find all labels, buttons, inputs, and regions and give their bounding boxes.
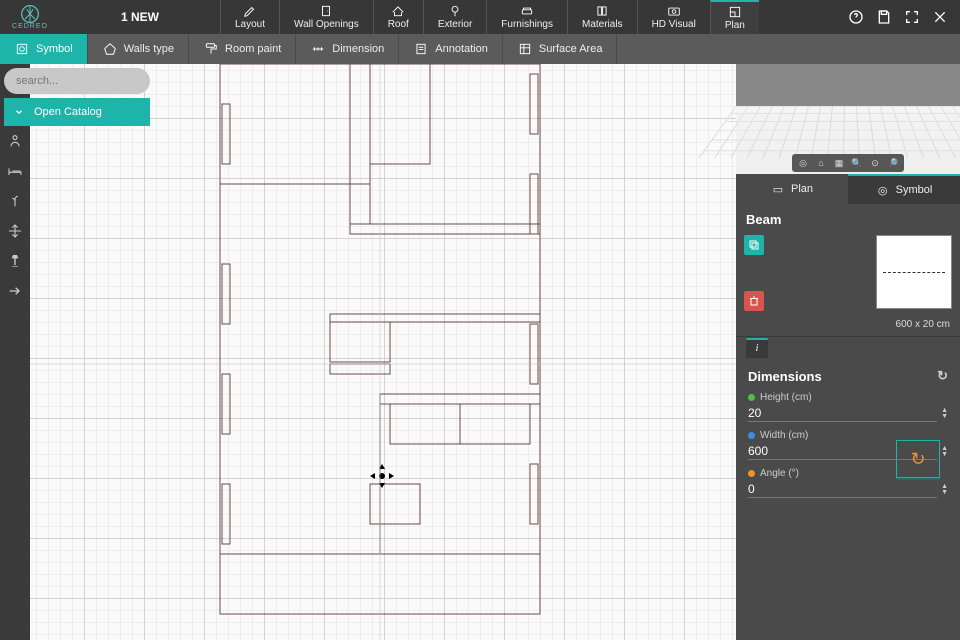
brand-name: CEDREO <box>12 23 48 30</box>
dimensions-section: Dimensions↻ Height (cm) 20▲▼ Width (cm) … <box>736 358 960 488</box>
tab-materials[interactable]: Materials <box>567 0 637 34</box>
angle-stepper[interactable]: ▲▼ <box>941 484 948 496</box>
sofa-icon <box>518 4 536 18</box>
rp-tab-plan[interactable]: ▭Plan <box>736 174 848 204</box>
tab-exterior[interactable]: Exterior <box>423 0 486 34</box>
roof-icon <box>389 4 407 18</box>
tab-hd-visual[interactable]: HD Visual <box>637 0 710 34</box>
tag-icon <box>102 41 118 57</box>
height-label: Height (cm) <box>760 392 812 403</box>
brand-logo[interactable]: CEDREO <box>0 0 60 34</box>
subtab-symbol[interactable]: Symbol <box>0 34 88 64</box>
preview-3d[interactable]: ◎ ⌂ ▦ 🔍 ⊙ 🔎 <box>736 64 960 174</box>
tab-furnishings[interactable]: Furnishings <box>486 0 567 34</box>
search-box[interactable] <box>4 68 150 94</box>
zoom-in-icon[interactable]: 🔍 <box>850 156 864 170</box>
save-icon[interactable] <box>876 9 892 25</box>
note-icon <box>413 41 429 57</box>
sub-toolbar: Symbol Walls type Room paint Dimension A… <box>0 34 960 64</box>
reset-icon[interactable]: ↻ <box>937 368 948 384</box>
subtab-walls-type[interactable]: Walls type <box>88 34 189 64</box>
view-user-icon[interactable]: ◎ <box>796 156 810 170</box>
search-panel: Open Catalog <box>0 64 154 128</box>
height-stepper[interactable]: ▲▼ <box>941 408 948 420</box>
angle-dot-icon <box>748 470 755 477</box>
tool-arrow-icon[interactable] <box>6 282 24 300</box>
ruler-icon <box>310 41 326 57</box>
object-name: Beam <box>736 204 960 231</box>
tab-layout[interactable]: Layout <box>220 0 279 34</box>
plan-small-icon: ▭ <box>771 182 785 196</box>
pencil-icon <box>241 4 259 18</box>
top-tabs: Layout Wall Openings Roof Exterior Furni… <box>220 0 836 34</box>
height-dot-icon <box>748 394 755 401</box>
rp-tab-symbol[interactable]: ◎Symbol <box>848 174 960 204</box>
info-tab: i <box>736 336 960 358</box>
thumbnail-caption: 600 x 20 cm <box>736 317 960 336</box>
height-input[interactable]: 20 <box>748 405 937 422</box>
width-label: Width (cm) <box>760 430 808 441</box>
swatch-icon <box>593 4 611 18</box>
project-title: 1 NEW <box>60 0 220 34</box>
width-dot-icon <box>748 432 755 439</box>
tool-move-icon[interactable] <box>6 222 24 240</box>
symbol-small-icon: ◎ <box>876 183 890 197</box>
delete-button[interactable] <box>744 291 764 311</box>
tool-bed-icon[interactable] <box>6 162 24 180</box>
right-panel: ◎ ⌂ ▦ 🔍 ⊙ 🔎 ▭Plan ◎Symbol Beam 600 x 20 … <box>736 64 960 640</box>
subtab-room-paint[interactable]: Room paint <box>189 34 296 64</box>
subtab-dimension[interactable]: Dimension <box>296 34 399 64</box>
tool-person-icon[interactable] <box>6 132 24 150</box>
camera-icon <box>665 4 683 18</box>
tab-roof[interactable]: Roof <box>373 0 423 34</box>
zoom-out-icon[interactable]: 🔎 <box>886 156 900 170</box>
cedreo-logo-icon <box>20 4 40 24</box>
view-home-icon[interactable]: ⌂ <box>814 156 828 170</box>
roller-icon <box>203 41 219 57</box>
right-panel-tabs: ▭Plan ◎Symbol <box>736 174 960 204</box>
help-icon[interactable] <box>848 9 864 25</box>
search-input[interactable] <box>16 75 158 87</box>
tab-plan[interactable]: Plan <box>710 0 759 34</box>
tab-wall-openings[interactable]: Wall Openings <box>279 0 373 34</box>
view-grid-icon[interactable]: ▦ <box>832 156 846 170</box>
symbol-icon <box>14 41 30 57</box>
floorplan-canvas[interactable] <box>30 64 736 640</box>
subtab-surface-area[interactable]: Surface Area <box>503 34 618 64</box>
blueprint-icon <box>726 5 744 19</box>
tool-plant-icon[interactable] <box>6 192 24 210</box>
tree-icon <box>446 4 464 18</box>
subtab-annotation[interactable]: Annotation <box>399 34 503 64</box>
tool-lamp-icon[interactable] <box>6 252 24 270</box>
width-input[interactable]: 600 <box>748 443 937 460</box>
info-icon[interactable]: i <box>746 338 768 358</box>
top-bar: CEDREO 1 NEW Layout Wall Openings Roof E… <box>0 0 960 34</box>
floorplan-drawing <box>30 64 736 640</box>
object-row <box>736 231 960 317</box>
door-icon <box>317 4 335 18</box>
angle-label: Angle (°) <box>760 468 799 479</box>
open-catalog-button[interactable]: Open Catalog <box>4 98 150 126</box>
object-thumbnail[interactable] <box>876 235 952 309</box>
fullscreen-icon[interactable] <box>904 9 920 25</box>
width-stepper[interactable]: ▲▼ <box>941 446 948 458</box>
area-icon <box>517 41 533 57</box>
close-icon[interactable] <box>932 9 948 25</box>
top-right-controls <box>836 0 960 34</box>
preview-toolbar: ◎ ⌂ ▦ 🔍 ⊙ 🔎 <box>792 154 904 172</box>
left-toolbar <box>0 64 30 640</box>
chevron-down-icon <box>14 107 24 117</box>
duplicate-button[interactable] <box>744 235 764 255</box>
zoom-reset-icon[interactable]: ⊙ <box>868 156 882 170</box>
dimensions-title: Dimensions <box>748 369 822 384</box>
angle-input[interactable]: 0 <box>748 481 937 498</box>
